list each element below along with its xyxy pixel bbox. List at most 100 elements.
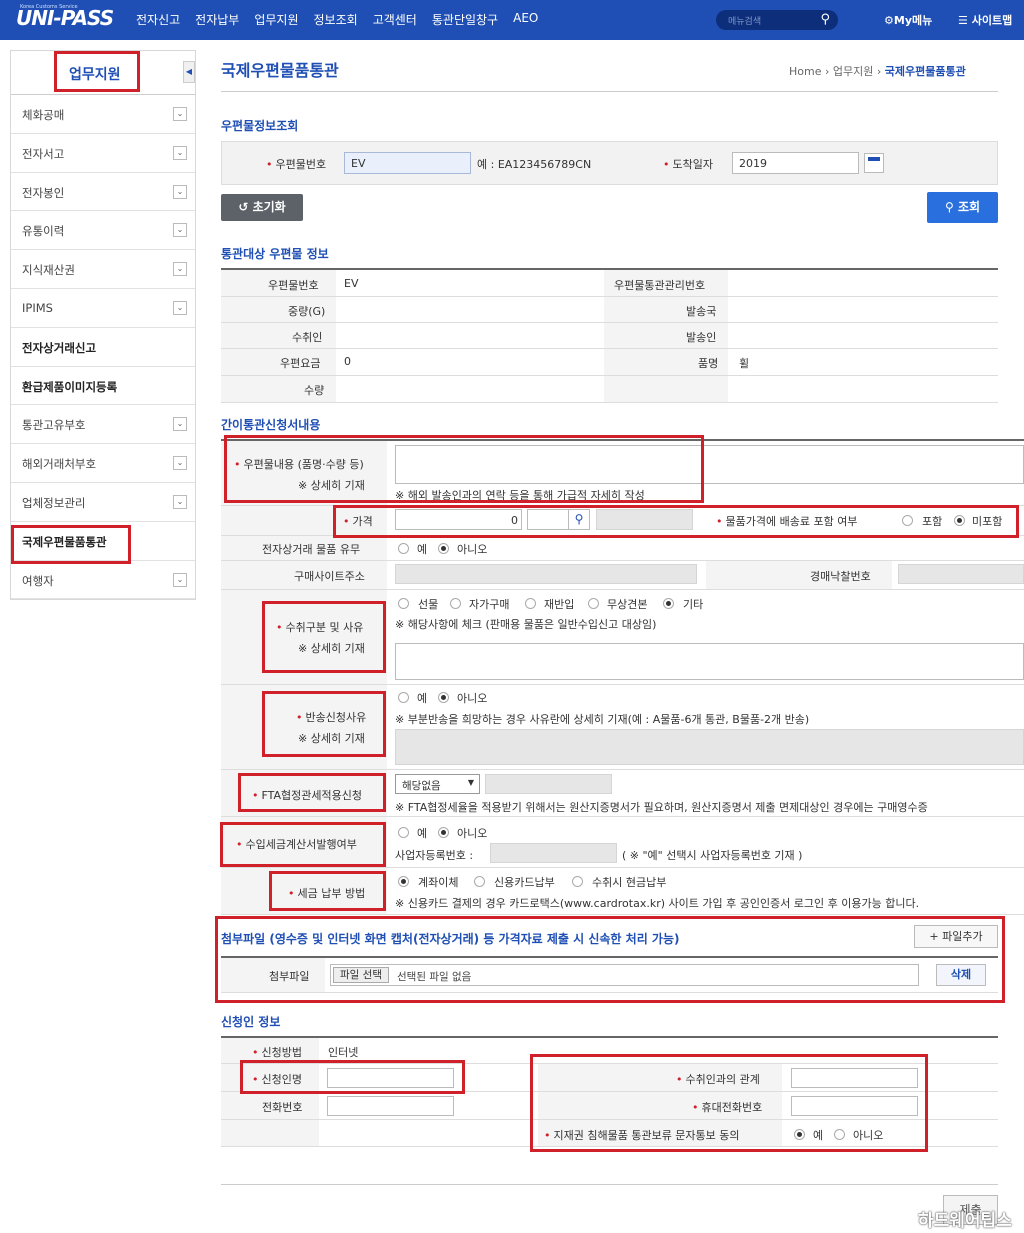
sidebar-item-e-archive[interactable]: 전자서고 ⌄ [11,134,195,173]
gear-icon: ⚙ [884,14,894,27]
info-value-postal-no: EV [344,277,359,290]
invoice-yes-radio[interactable] [398,827,409,838]
sidebar-item-ipims[interactable]: IPIMS ⌄ [11,289,195,328]
search-button[interactable]: ⚲ 조회 [927,192,998,223]
fta-note: ※ FTA협정세율을 적용받기 위해서는 원산지증명서가 필요하며, 원산지증명… [395,801,928,814]
chevron-down-icon[interactable]: ⌄ [173,456,187,471]
sidebar-item-e-seal[interactable]: 전자봉인 ⌄ [11,173,195,212]
ecommerce-yes-radio[interactable] [398,543,409,554]
calendar-icon[interactable] [864,153,884,173]
receipt-note: ※ 해당사항에 체크 (판매용 물품은 일반수입신고 대상임) [395,618,657,631]
breadcrumb-business-support[interactable]: 업무지원 [833,65,873,78]
postal-no-example: 예 : EA123456789CN [477,158,592,171]
info-label-sender: 발송인 [686,331,717,344]
currency-input[interactable] [527,509,569,530]
biz-no-label: 사업자등록번호 : [395,849,474,862]
postal-no-input[interactable]: EV [344,152,471,174]
fta-select[interactable]: 해당없음 ▼ [395,774,480,794]
biz-no-input[interactable] [490,843,617,863]
chevron-down-icon[interactable]: ⌄ [173,494,187,509]
price-input[interactable]: 0 [395,509,522,530]
sidebar-item-distribution-history[interactable]: 유통이력 ⌄ [11,211,195,251]
tax-cash-radio[interactable] [572,876,583,887]
row-divider [221,505,1024,506]
sidebar-item-customs-code[interactable]: 통관고유부호 ⌄ [11,405,195,445]
sidebar-item-ip-rights[interactable]: 지식재산권 ⌄ [11,250,195,289]
postal-query-heading: 우편물정보조회 [221,119,299,133]
chevron-down-icon[interactable]: ⌄ [173,223,187,238]
phone-input[interactable] [327,1096,454,1116]
sidebar-item-label: 통관고유부호 [22,418,86,433]
sitemap-button[interactable]: ☰ 사이트맵 [958,12,1012,28]
sidebar-item-refund-image[interactable]: 환급제품이미지등록 [11,367,195,406]
nav-item-business-support[interactable]: 업무지원 [254,11,298,28]
receipt-self-purchase-radio[interactable] [450,598,461,609]
sidebar-item-company-info[interactable]: 업체정보관리 ⌄ [11,483,195,522]
shipping-included-radio[interactable] [902,515,913,526]
receipt-reimport-radio[interactable] [525,598,536,609]
delete-file-button[interactable]: 삭제 [936,964,986,986]
row-divider [221,867,1024,868]
return-reason-textarea[interactable] [395,729,1024,765]
chevron-down-icon[interactable]: ⌄ [173,417,187,432]
sidebar-item-overseas-partner[interactable]: 해외거래처부호 ⌄ [11,444,195,483]
ecommerce-no-radio[interactable] [438,543,449,554]
chevron-down-icon[interactable]: ⌄ [173,300,187,315]
top-nav-menu: 전자신고 전자납부 업무지원 정보조회 고객센터 통관단일창구 AEO [136,11,538,28]
breadcrumb-home[interactable]: Home [789,65,821,78]
price-label: 가격 [343,513,373,529]
consent-no-radio[interactable] [834,1129,845,1140]
nav-item-e-filing[interactable]: 전자신고 [136,11,180,28]
receipt-reason-textarea[interactable] [395,643,1024,680]
chevron-down-icon[interactable]: ⌄ [173,107,187,121]
nav-item-aeo[interactable]: AEO [513,11,538,28]
breadcrumb-separator: › [876,65,885,78]
choose-file-button[interactable]: 파일 선택 [333,967,389,983]
nav-item-customer-center[interactable]: 고객센터 [373,11,417,28]
sidebar-item-traveler[interactable]: 여행자 ⌄ [11,561,195,600]
chevron-down-icon[interactable]: ⌄ [173,572,187,587]
postal-no-value: EV [351,157,366,170]
chevron-down-icon[interactable]: ⌄ [173,262,187,277]
nav-item-e-payment[interactable]: 전자납부 [195,11,239,28]
invoice-no-radio[interactable] [438,827,449,838]
receipt-other-radio[interactable] [663,598,674,609]
arrival-date-input[interactable]: 2019 [732,152,859,174]
consent-yes-radio[interactable] [794,1129,805,1140]
add-file-button[interactable]: + 파일추가 [914,925,998,948]
auction-bid-input[interactable] [898,564,1024,584]
contents-textarea[interactable] [395,445,1024,484]
return-no-radio[interactable] [438,692,449,703]
sidebar-item-ecommerce-declaration[interactable]: 전자상거래신고 [11,328,195,367]
sidebar-item-label: 유통이력 [22,224,65,239]
chevron-down-icon[interactable]: ⌄ [173,145,187,160]
reset-button[interactable]: ↺ 초기화 [221,194,303,221]
applicant-name-input[interactable] [327,1068,454,1088]
currency-search-icon[interactable]: ⚲ [568,509,590,530]
sidebar-item-intl-postal-clearance[interactable]: 국제우편물품통관 [11,522,195,561]
receipt-type-label: 수취구분 및 사유 [276,619,364,635]
return-yes-radio[interactable] [398,692,409,703]
menu-search-input[interactable]: 메뉴검색 ⚲ [716,10,838,30]
collapse-sidebar-icon[interactable]: ◀ [183,61,195,83]
my-menu-button[interactable]: ⚙My메뉴 [884,12,932,28]
info-value-item-name: 휠 [739,357,750,370]
return-yes-option: 예 [417,692,428,705]
purchase-site-input[interactable] [395,564,697,584]
shipping-excluded-radio[interactable] [954,515,965,526]
receipt-free-sample-radio[interactable] [588,598,599,609]
chevron-down-icon[interactable]: ⌄ [173,184,187,199]
search-icon[interactable]: ⚲ [820,12,830,27]
nav-item-info-lookup[interactable]: 정보조회 [314,11,358,28]
applicant-name-label: 신청인명 [252,1071,302,1087]
tax-transfer-radio[interactable] [398,876,409,887]
sidebar-item-public-auction[interactable]: 체화공매 ⌄ [11,95,195,134]
row-divider [221,348,998,349]
mobile-input[interactable] [791,1096,918,1116]
relation-input[interactable] [791,1068,918,1088]
tax-card-radio[interactable] [474,876,485,887]
file-input[interactable]: 파일 선택 선택된 파일 없음 [330,964,919,986]
nav-item-single-window[interactable]: 통관단일창구 [432,11,498,28]
receipt-gift-radio[interactable] [398,598,409,609]
unipass-logo[interactable]: UNI-PASS [16,6,114,30]
